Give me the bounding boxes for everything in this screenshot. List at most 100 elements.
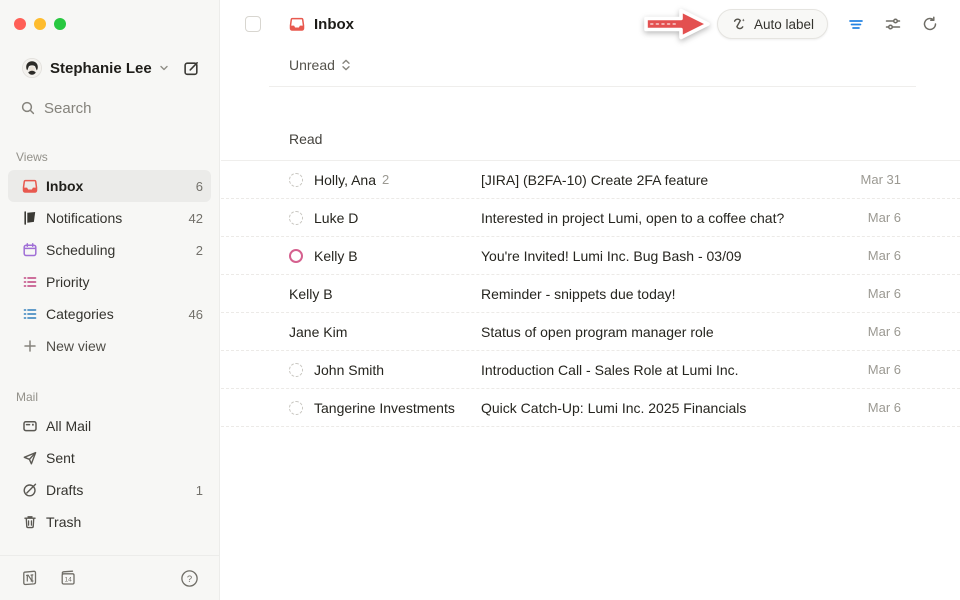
unread-count-badge: 42 (189, 211, 203, 226)
mail-date: Mar 6 (868, 248, 901, 263)
mail-section-label: Mail (16, 390, 219, 404)
mail-date: Mar 6 (868, 210, 901, 225)
avatar (22, 58, 42, 78)
sidebar-item-drafts[interactable]: Drafts 1 (8, 474, 211, 506)
section-divider (269, 86, 916, 87)
flag-icon (22, 210, 38, 226)
sender-name: Kelly B (289, 286, 333, 302)
unread-status-circle-icon[interactable] (289, 173, 303, 187)
refresh-icon[interactable] (920, 14, 940, 34)
calendar-icon (22, 242, 38, 258)
sidebar-item-label: Categories (46, 306, 114, 322)
sidebar-item-label: Drafts (46, 482, 83, 498)
unread-section-toggle[interactable]: Unread (221, 48, 960, 82)
sidebar: Stephanie Lee Search Views Inbox 6 (0, 0, 220, 600)
auto-label-button[interactable]: Auto label (717, 9, 828, 39)
page-title: Inbox (314, 16, 354, 33)
read-section-label: Read (221, 131, 960, 161)
mail-date: Mar 6 (868, 400, 901, 415)
subject-text: Quick Catch-Up: Lumi Inc. 2025 Financial… (481, 400, 868, 416)
sidebar-item-label: New view (46, 338, 106, 354)
sidebar-footer: 14 ? (0, 555, 219, 600)
mail-date: Mar 6 (868, 324, 901, 339)
subject-text: You're Invited! Lumi Inc. Bug Bash - 03/… (481, 248, 868, 264)
mail-date: Mar 6 (868, 362, 901, 377)
sidebar-item-label: Priority (46, 274, 90, 290)
subject-text: [JIRA] (B2FA-10) Create 2FA feature (481, 172, 861, 188)
calendar-app-icon[interactable]: 14 (56, 566, 80, 590)
subject-text: Status of open program manager role (481, 324, 868, 340)
subject-text: Introduction Call - Sales Role at Lumi I… (481, 362, 868, 378)
inbox-icon (22, 178, 38, 194)
sender-name: John Smith (314, 362, 384, 378)
sidebar-item-trash[interactable]: Trash (8, 506, 211, 538)
svg-text:14: 14 (64, 576, 72, 583)
help-icon[interactable]: ? (177, 566, 201, 590)
new-view-button[interactable]: New view (8, 330, 211, 362)
mail-row[interactable]: Luke D Interested in project Lumi, open … (221, 199, 960, 237)
sidebar-item-inbox[interactable]: Inbox 6 (8, 170, 211, 202)
minimize-window-button[interactable] (34, 18, 46, 30)
sender-name: Luke D (314, 210, 358, 226)
mail-row[interactable]: Tangerine Investments Quick Catch-Up: Lu… (221, 389, 960, 427)
compose-button[interactable] (179, 56, 203, 80)
sender-name: Jane Kim (289, 324, 347, 340)
sidebar-item-label: Sent (46, 450, 75, 466)
mail-row[interactable]: John Smith Introduction Call - Sales Rol… (221, 351, 960, 389)
sidebar-item-notifications[interactable]: Notifications 42 (8, 202, 211, 234)
label-ring-icon[interactable] (289, 249, 303, 263)
account-switcher[interactable]: Stephanie Lee (22, 52, 203, 84)
mail-row[interactable]: Jane Kim Status of open program manager … (221, 313, 960, 351)
sidebar-item-label: Notifications (46, 210, 122, 226)
draft-icon (22, 482, 38, 498)
unread-section-label: Unread (289, 57, 335, 73)
unread-status-circle-icon[interactable] (289, 401, 303, 415)
subject-text: Interested in project Lumi, open to a co… (481, 210, 868, 226)
unread-status-circle-icon[interactable] (289, 211, 303, 225)
unread-count-badge: 2 (196, 243, 203, 258)
mail-list-pane: Inbox Auto label (221, 0, 960, 600)
unread-status-circle-icon[interactable] (289, 363, 303, 377)
sidebar-item-categories[interactable]: Categories 46 (8, 298, 211, 330)
sidebar-item-priority[interactable]: Priority (8, 266, 211, 298)
chevron-down-icon (159, 63, 169, 73)
categories-list-icon (22, 306, 38, 322)
profile-name: Stephanie Lee (50, 60, 152, 77)
unread-count-badge: 46 (189, 307, 203, 322)
auto-label-icon (731, 16, 747, 32)
svg-text:?: ? (186, 574, 191, 585)
window-controls (0, 0, 219, 30)
sort-chevrons-icon (340, 58, 352, 72)
sidebar-item-all-mail[interactable]: All Mail (8, 410, 211, 442)
sender-name: Kelly B (314, 248, 358, 264)
list-header: Inbox Auto label (221, 0, 960, 48)
mail-row[interactable]: Kelly B You're Invited! Lumi Inc. Bug Ba… (221, 237, 960, 275)
mail-row[interactable]: Kelly B Reminder - snippets due today! M… (221, 275, 960, 313)
plus-icon (22, 338, 38, 354)
zoom-window-button[interactable] (54, 18, 66, 30)
close-window-button[interactable] (14, 18, 26, 30)
sidebar-item-sent[interactable]: Sent (8, 442, 211, 474)
priority-list-icon (22, 274, 38, 290)
views-section-label: Views (16, 150, 219, 164)
trash-icon (22, 514, 38, 530)
notion-logo-icon[interactable] (18, 566, 42, 590)
select-all-checkbox[interactable] (245, 16, 261, 32)
filter-icon[interactable] (846, 14, 866, 34)
display-settings-icon[interactable] (883, 14, 903, 34)
draft-count-badge: 1 (196, 483, 203, 498)
annotation-arrow-icon (637, 4, 715, 44)
search-placeholder: Search (44, 100, 92, 117)
sidebar-item-label: Scheduling (46, 242, 115, 258)
search-input[interactable]: Search (20, 92, 203, 124)
thread-count: 2 (382, 172, 389, 187)
sidebar-item-scheduling[interactable]: Scheduling 2 (8, 234, 211, 266)
mail-date: Mar 31 (861, 172, 901, 187)
send-icon (22, 450, 38, 466)
unread-count-badge: 6 (196, 179, 203, 194)
mail-row[interactable]: Holly, Ana 2 [JIRA] (B2FA-10) Create 2FA… (221, 161, 960, 199)
search-icon (20, 100, 36, 116)
inbox-icon (289, 16, 305, 32)
mail-date: Mar 6 (868, 286, 901, 301)
sidebar-item-label: Trash (46, 514, 81, 530)
